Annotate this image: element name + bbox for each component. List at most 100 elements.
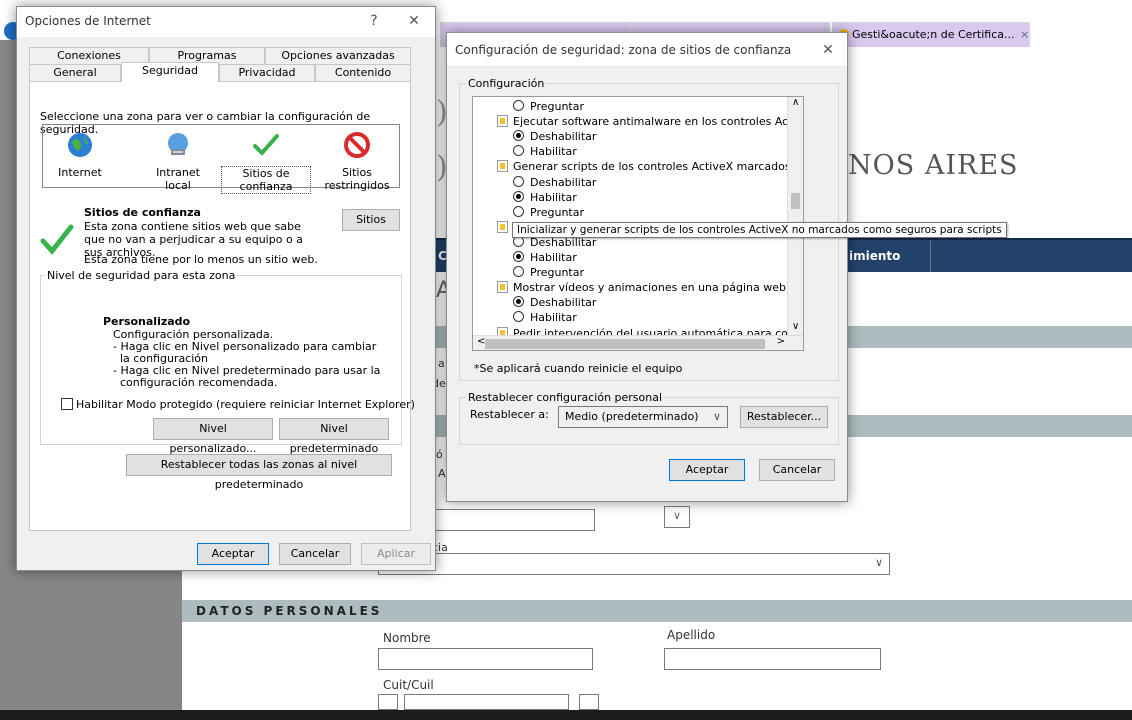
- protected-mode-checkbox[interactable]: Habilitar Modo protegido (requiere reini…: [61, 398, 415, 411]
- help-icon[interactable]: ?: [359, 7, 389, 37]
- setting-label: Preguntar: [530, 205, 584, 219]
- radio-checked[interactable]: [513, 190, 524, 202]
- scroll-thumb[interactable]: [791, 193, 800, 209]
- nombre-input[interactable]: [378, 648, 593, 670]
- group-legend: Restablecer configuración personal: [466, 391, 665, 404]
- radio-unchecked[interactable]: [513, 311, 524, 323]
- ok-button[interactable]: Aceptar: [669, 459, 745, 481]
- dialog-title: Configuración de seguridad: zona de siti…: [455, 43, 792, 57]
- apellido-input[interactable]: [664, 648, 881, 670]
- security-settings-dialog: Configuración de seguridad: zona de siti…: [446, 32, 848, 502]
- custom-level-button[interactable]: Nivel personalizado...: [153, 418, 273, 455]
- zone-restricted[interactable]: Sitios restringidos: [313, 131, 401, 192]
- setting-icon: [497, 160, 508, 173]
- cuit-number-input[interactable]: [404, 694, 569, 710]
- radio-unchecked[interactable]: [513, 205, 524, 217]
- setting-option[interactable]: Habilitar: [513, 250, 577, 265]
- vertical-scrollbar[interactable]: ∧ ∨: [787, 97, 803, 335]
- setting-option[interactable]: Deshabilitar: [513, 295, 596, 310]
- reset-level-select[interactable]: Medio (predeterminado) ∨: [558, 406, 728, 428]
- tab-seguridad[interactable]: Seguridad: [121, 62, 219, 82]
- scroll-right-icon[interactable]: >: [777, 336, 785, 347]
- scroll-down-icon[interactable]: ∨: [792, 321, 799, 332]
- ok-button[interactable]: Aceptar: [197, 543, 269, 565]
- page-fragment: A: [438, 467, 446, 480]
- section-datos-personales: DATOS PERSONALES: [182, 600, 1132, 622]
- setting-label: Habilitar: [530, 190, 577, 204]
- nav-item[interactable]: [930, 240, 1132, 272]
- setting-icon: [497, 115, 508, 128]
- reset-all-zones-button[interactable]: Restablecer todas las zonas al nivel pre…: [126, 454, 392, 491]
- group-legend: Configuración: [466, 77, 547, 90]
- sites-button[interactable]: Sitios: [342, 209, 400, 231]
- cancel-button[interactable]: Cancelar: [279, 543, 351, 565]
- zone-label: Sitios restringidos: [324, 166, 390, 192]
- setting-option[interactable]: Habilitar: [513, 310, 577, 325]
- radio-checked[interactable]: [513, 130, 524, 142]
- setting-icon: [497, 220, 508, 233]
- tab-close-icon[interactable]: ×: [1020, 28, 1029, 41]
- tab-privacidad[interactable]: Privacidad: [219, 64, 315, 81]
- setting-label: Mostrar vídeos y animaciones en una pági…: [513, 281, 803, 295]
- dropdown-small[interactable]: ∨: [664, 506, 690, 528]
- browser-tab-gestion[interactable]: Gesti&oacute;n de Certifica... ×: [832, 22, 1030, 47]
- setting-label: Habilitar: [530, 311, 577, 325]
- radio-unchecked[interactable]: [513, 145, 524, 157]
- close-icon[interactable]: ✕: [399, 7, 429, 37]
- setting-option[interactable]: Habilitar: [513, 190, 577, 205]
- setting-label: Habilitar: [530, 251, 577, 264]
- restart-note: *Se aplicará cuando reinicie el equipo: [474, 362, 683, 375]
- chevron-down-icon: ∨: [712, 410, 721, 423]
- scroll-thumb[interactable]: [485, 339, 765, 349]
- text-field[interactable]: [430, 509, 595, 531]
- tab-opciones-avanzadas[interactable]: Opciones avanzadas: [265, 47, 411, 64]
- zone-intranet[interactable]: Intranet local: [143, 131, 213, 192]
- setting-item[interactable]: Generar scripts de los controles ActiveX…: [497, 159, 803, 174]
- zone-label: Sitios de confianza: [221, 166, 311, 194]
- label-apellido: Apellido: [667, 628, 716, 642]
- setting-option[interactable]: Preguntar: [513, 205, 584, 220]
- zone-list: Internet Intranet local Sitios de confia…: [42, 124, 400, 194]
- setting-option[interactable]: Deshabilitar: [513, 175, 596, 190]
- radio-unchecked[interactable]: [513, 266, 524, 278]
- chevron-down-icon: ∨: [672, 509, 682, 522]
- select-field[interactable]: ∨: [378, 553, 890, 575]
- radio-checked[interactable]: [513, 251, 524, 262]
- zone-trusted[interactable]: Sitios de confianza: [221, 131, 311, 194]
- page-fragment: a: [438, 357, 445, 370]
- setting-label: Preguntar: [530, 266, 584, 280]
- radio-unchecked[interactable]: [513, 175, 524, 187]
- setting-item[interactable]: Ejecutar software antimalware en los con…: [497, 114, 803, 129]
- apply-button[interactable]: Aplicar: [361, 543, 431, 565]
- close-icon[interactable]: ✕: [813, 33, 843, 67]
- setting-option[interactable]: Habilitar: [513, 144, 577, 159]
- setting-option[interactable]: Preguntar: [513, 99, 584, 114]
- radio-unchecked[interactable]: [513, 100, 524, 111]
- tab-label: Gesti&oacute;n de Certifica...: [852, 28, 1015, 41]
- dialog-titlebar: Configuración de seguridad: zona de siti…: [447, 33, 847, 67]
- tab-general[interactable]: General: [29, 64, 121, 81]
- setting-option[interactable]: Preguntar: [513, 265, 584, 280]
- scroll-up-icon[interactable]: ∧: [792, 97, 799, 108]
- zone-label: Intranet local: [156, 166, 200, 192]
- setting-option[interactable]: Deshabilitar: [513, 129, 596, 144]
- protected-mode-label: Habilitar Modo protegido (requiere reini…: [76, 398, 415, 411]
- intranet-globe-icon: [168, 133, 188, 155]
- nav-item[interactable]: imiento: [840, 240, 930, 272]
- setting-label: Habilitar: [530, 145, 577, 159]
- custom-level-title: Personalizado: [103, 315, 191, 328]
- zone-internet[interactable]: Internet: [53, 131, 107, 179]
- checkbox-box[interactable]: [61, 398, 73, 410]
- tab-contenido[interactable]: Contenido: [315, 64, 411, 81]
- horizontal-scrollbar[interactable]: < >: [473, 335, 803, 350]
- cuit-prefix-input[interactable]: [378, 694, 398, 710]
- reset-button[interactable]: Restablecer...: [740, 406, 828, 428]
- setting-label: Deshabilitar: [530, 296, 597, 310]
- default-level-button[interactable]: Nivel predeterminado: [279, 418, 389, 455]
- cuit-suffix-input[interactable]: [579, 694, 599, 710]
- cancel-button[interactable]: Cancelar: [759, 459, 835, 481]
- setting-item[interactable]: Mostrar vídeos y animaciones en una pági…: [497, 280, 803, 295]
- radio-checked[interactable]: [513, 296, 524, 308]
- prohibited-icon: [344, 132, 370, 158]
- setting-icon: [497, 281, 508, 294]
